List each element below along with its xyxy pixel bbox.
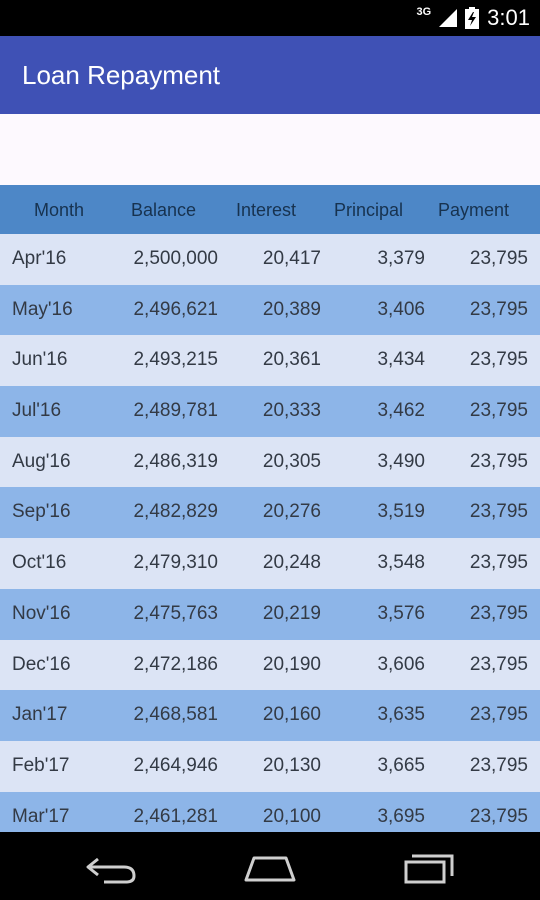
status-clock: 3:01 [487,5,530,30]
table-row: Sep'16 2,482,829 20,276 3,519 23,795 [0,487,540,539]
header-interest: Interest [236,200,297,220]
cell-payment: 23,795 [469,298,528,320]
home-icon[interactable] [242,850,298,884]
table-row: May'16 2,496,621 20,389 3,406 23,795 [0,284,540,336]
cell-interest: 20,305 [262,450,321,472]
cell-month: Aug'16 [12,450,71,472]
header-balance: Balance [131,200,197,220]
cell-payment: 23,795 [469,704,528,726]
signal-icon [439,9,458,27]
cell-balance: 2,482,829 [133,501,218,523]
cell-principal: 3,462 [377,400,425,422]
cell-payment: 23,795 [469,501,528,523]
cell-payment: 23,795 [469,805,528,827]
cell-principal: 3,379 [377,248,425,269]
repayment-table[interactable]: Apr'16 2,500,000 20,417 3,379 23,795 May… [0,234,540,832]
cell-month: Nov'16 [12,602,71,624]
cell-month: Jun'16 [12,349,68,371]
cell-month: Dec'16 [12,653,71,675]
cell-interest: 20,190 [262,653,321,675]
cell-month: Sep'16 [12,501,71,523]
table-row: Dec'16 2,472,186 20,190 3,606 23,795 [0,639,540,691]
cell-interest: 20,389 [262,298,321,320]
cell-interest: 20,160 [262,704,321,726]
table-row: Apr'16 2,500,000 20,417 3,379 23,795 [0,234,540,285]
table-row: Jul'16 2,489,781 20,333 3,462 23,795 [0,386,540,437]
cell-interest: 20,276 [262,501,321,523]
cell-principal: 3,490 [377,450,425,472]
app-bar: Loan Repayment [0,36,540,114]
cell-month: May'16 [12,298,73,320]
cell-balance: 2,500,000 [133,248,218,269]
cell-principal: 3,665 [377,754,425,776]
cell-interest: 20,100 [262,805,321,827]
cell-interest: 20,248 [262,552,321,574]
table-row: Nov'16 2,475,763 20,219 3,576 23,795 [0,588,540,640]
cell-payment: 23,795 [469,450,528,472]
cell-balance: 2,468,581 [133,704,218,726]
navigation-bar [0,832,540,900]
cell-principal: 3,548 [377,552,425,574]
cell-month: Apr'16 [12,248,67,269]
cell-payment: 23,795 [469,602,528,624]
table-row: Mar'17 2,461,281 20,100 3,695 23,795 [0,791,540,832]
cell-balance: 2,486,319 [133,450,218,472]
cell-month: Jan'17 [12,704,68,726]
cell-payment: 23,795 [469,754,528,776]
table-row: Jan'17 2,468,581 20,160 3,635 23,795 [0,690,540,741]
cell-interest: 20,417 [262,248,321,269]
cell-principal: 3,695 [377,805,425,827]
cell-payment: 23,795 [469,248,528,269]
back-icon[interactable] [84,850,140,884]
table-row: Jun'16 2,493,215 20,361 3,434 23,795 [0,335,540,387]
cell-balance: 2,493,215 [133,349,218,371]
cell-principal: 3,519 [377,501,425,523]
cell-payment: 23,795 [469,653,528,675]
table-row: Oct'16 2,479,310 20,248 3,548 23,795 [0,538,540,589]
cell-principal: 3,434 [377,349,425,371]
cell-month: Jul'16 [12,400,62,422]
table-row: Aug'16 2,486,319 20,305 3,490 23,795 [0,436,540,488]
recents-icon[interactable] [400,850,456,884]
cell-balance: 2,464,946 [133,754,218,776]
content-blank-area [0,114,540,185]
battery-icon [465,7,480,29]
cell-interest: 20,130 [262,754,321,776]
cell-balance: 2,489,781 [133,400,218,422]
cell-month: Mar'17 [12,805,70,827]
cell-balance: 2,496,621 [133,298,218,320]
cell-principal: 3,606 [377,653,425,675]
app-title: Loan Repayment [22,59,221,90]
cell-payment: 23,795 [469,552,528,574]
header-month: Month [34,200,85,220]
cell-interest: 20,333 [262,400,321,422]
table-row: Feb'17 2,464,946 20,130 3,665 23,795 [0,740,540,792]
status-icons: 3G 3:01 [416,0,530,36]
cell-balance: 2,472,186 [133,653,218,675]
table-header: Month Balance Interest Principal Payment [0,185,540,234]
cell-interest: 20,361 [262,349,321,371]
cell-principal: 3,576 [377,602,425,624]
cell-principal: 3,635 [377,704,425,726]
header-principal: Principal [334,200,404,220]
cell-payment: 23,795 [469,349,528,371]
header-payment: Payment [438,200,510,220]
cell-balance: 2,479,310 [133,552,218,574]
cell-interest: 20,219 [262,602,321,624]
cell-month: Feb'17 [12,754,70,776]
cell-balance: 2,475,763 [133,602,218,624]
cell-month: Oct'16 [12,552,67,574]
status-bar: 3G 3:01 [0,0,540,36]
network-type-label: 3G [416,6,432,18]
cell-balance: 2,461,281 [133,805,218,827]
cell-payment: 23,795 [469,400,528,422]
cell-principal: 3,406 [377,298,425,320]
